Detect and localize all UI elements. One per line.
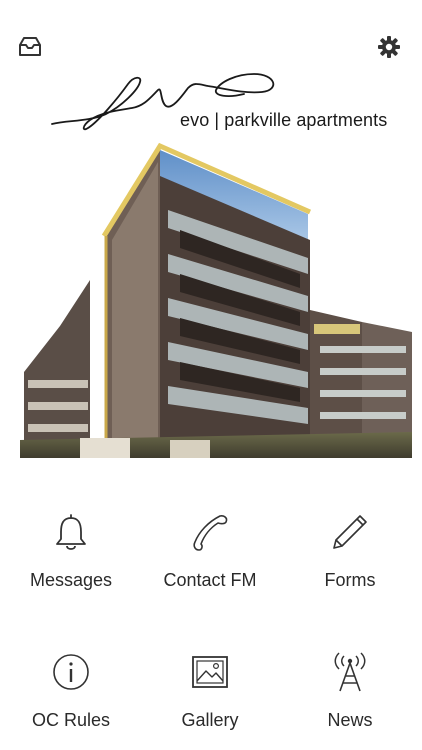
inbox-button[interactable] [16, 33, 44, 61]
bell-icon [56, 514, 86, 550]
menu-item-messages[interactable]: Messages [1, 508, 141, 608]
image-icon [192, 656, 228, 688]
menu-label-oc-rules: OC Rules [31, 710, 111, 730]
menu-label-messages: Messages [29, 570, 113, 590]
menu-item-gallery[interactable]: Gallery [140, 648, 280, 748]
brand-logo: evo | parkville apartments [48, 68, 387, 138]
menu-label-news: News [327, 710, 373, 730]
pencil-icon [333, 515, 367, 549]
menu-item-oc-rules[interactable]: OC Rules [1, 648, 141, 748]
menu-label-contact-fm: Contact FM [163, 570, 257, 590]
menu-label-gallery: Gallery [181, 710, 239, 730]
menu-label-forms: Forms [324, 570, 376, 590]
settings-button[interactable] [375, 33, 403, 61]
menu-item-forms[interactable]: Forms [280, 508, 420, 608]
phone-icon [193, 515, 228, 551]
info-icon [53, 654, 89, 690]
inbox-icon [19, 37, 41, 56]
broadcast-tower-icon [334, 652, 366, 692]
apartment-building-image [20, 142, 412, 458]
menu-item-news[interactable]: News [280, 648, 420, 748]
gear-icon [378, 36, 400, 58]
menu-item-contact-fm[interactable]: Contact FM [140, 508, 280, 608]
logo-text: evo | parkville apartments [180, 110, 388, 130]
